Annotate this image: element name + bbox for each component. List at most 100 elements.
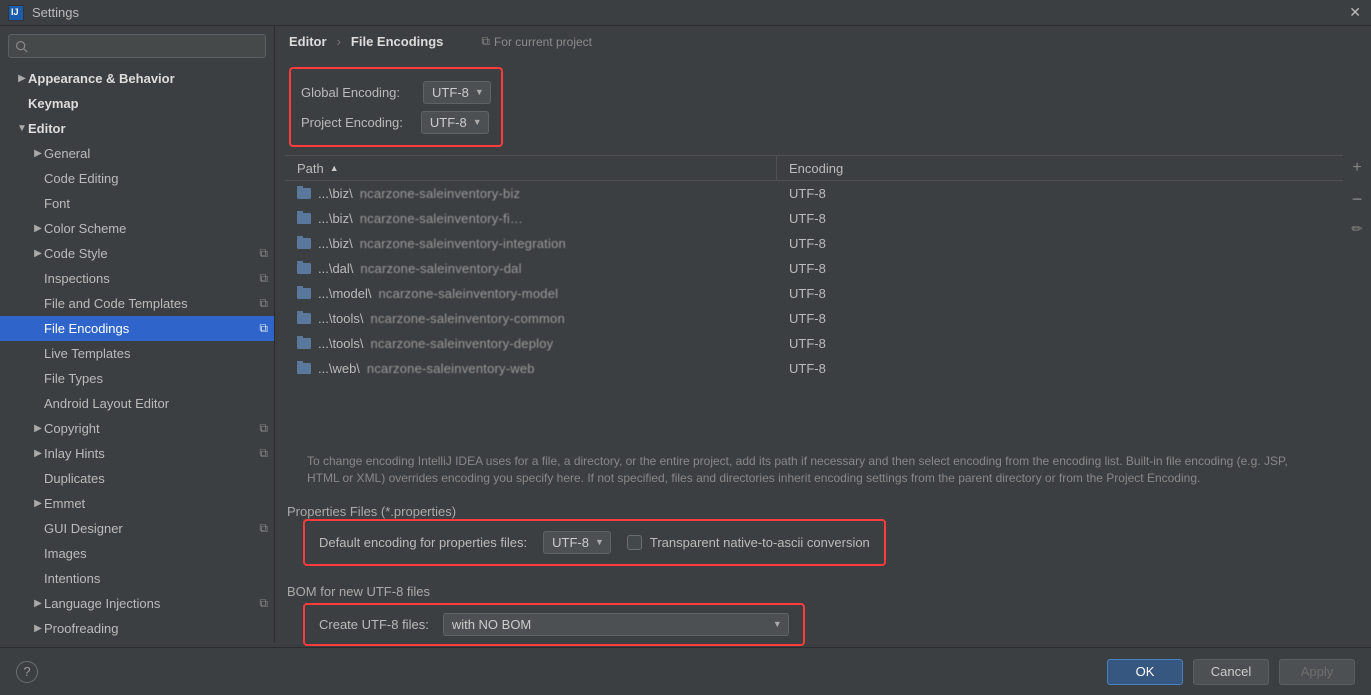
apply-button[interactable]: Apply [1279,659,1355,685]
edit-icon[interactable]: ✎ [1347,219,1366,238]
sidebar-item-label: Language Injections [44,596,259,611]
properties-encoding-label: Default encoding for properties files: [319,535,527,550]
project-encoding-dropdown[interactable]: UTF-8 ▼ [421,111,489,134]
chevron-right-icon: ▶ [32,248,44,259]
sidebar: ▶Appearance & BehaviorKeymap▼Editor▶Gene… [0,26,275,642]
cell-encoding: UTF-8 [777,211,1343,226]
cell-encoding: UTF-8 [777,336,1343,351]
bom-section-label: BOM for new UTF-8 files [287,584,1371,599]
table-row[interactable]: ...\biz\ncarzone-saleinventory-bizUTF-8 [285,181,1343,206]
sidebar-item-label: Duplicates [44,471,268,486]
chevron-right-icon: ▶ [32,448,44,459]
sidebar-item-editor[interactable]: ▼Editor [0,116,274,141]
sidebar-item-label: Inspections [44,271,259,286]
chevron-right-icon: ▶ [16,73,28,84]
table-row[interactable]: ...\model\ncarzone-saleinventory-modelUT… [285,281,1343,306]
breadcrumb-root: Editor [289,34,327,49]
cell-path: ...\model\ncarzone-saleinventory-model [285,286,777,301]
sidebar-item-label: File and Code Templates [44,296,259,311]
help-icon[interactable]: ? [16,661,38,683]
chevron-down-icon: ▼ [595,537,604,547]
cell-path: ...\web\ncarzone-saleinventory-web [285,361,777,376]
project-scope-icon: ⧉ [259,271,268,286]
close-icon[interactable]: ✕ [1349,4,1361,21]
sidebar-item-label: Proofreading [44,621,268,636]
properties-section-label: Properties Files (*.properties) [287,504,1371,519]
sidebar-item-inspections[interactable]: Inspections⧉ [0,266,274,291]
sidebar-item-label: File Types [44,371,268,386]
column-encoding[interactable]: Encoding [777,156,1343,180]
table-row[interactable]: ...\biz\ncarzone-saleinventory-fi…UTF-8 [285,206,1343,231]
sidebar-item-inlay-hints[interactable]: ▶Inlay Hints⧉ [0,441,274,466]
table-row[interactable]: ...\biz\ncarzone-saleinventory-integrati… [285,231,1343,256]
cancel-button[interactable]: Cancel [1193,659,1269,685]
sidebar-item-label: Font [44,196,268,211]
cell-encoding: UTF-8 [777,261,1343,276]
sidebar-item-font[interactable]: Font [0,191,274,216]
chevron-down-icon: ▼ [475,87,484,97]
ok-button[interactable]: OK [1107,659,1183,685]
sidebar-item-label: Emmet [44,496,268,511]
remove-icon[interactable]: − [1352,195,1363,203]
create-utf8-dropdown[interactable]: with NO BOM ▼ [443,613,789,636]
add-icon[interactable]: + [1352,159,1361,177]
table-row[interactable]: ...\tools\ncarzone-saleinventory-commonU… [285,306,1343,331]
sidebar-item-duplicates[interactable]: Duplicates [0,466,274,491]
cell-encoding: UTF-8 [777,361,1343,376]
sidebar-item-general[interactable]: ▶General [0,141,274,166]
sidebar-item-proofreading[interactable]: ▶Proofreading [0,616,274,641]
sidebar-item-images[interactable]: Images [0,541,274,566]
scope-hint: ⧉ For current project [481,34,592,49]
sidebar-item-label: Editor [28,121,268,136]
sidebar-item-label: Keymap [28,96,268,111]
sidebar-item-language-injections[interactable]: ▶Language Injections⧉ [0,591,274,616]
sidebar-item-file-encodings[interactable]: File Encodings⧉ [0,316,274,341]
sidebar-item-label: Code Editing [44,171,268,186]
sidebar-item-color-scheme[interactable]: ▶Color Scheme [0,216,274,241]
sidebar-item-file-and-code-templates[interactable]: File and Code Templates⧉ [0,291,274,316]
project-scope-icon: ⧉ [259,321,268,336]
sidebar-item-copyright[interactable]: ▶Copyright⧉ [0,416,274,441]
titlebar: Settings ✕ [0,0,1371,26]
sidebar-item-code-style[interactable]: ▶Code Style⧉ [0,241,274,266]
properties-encoding-dropdown[interactable]: UTF-8 ▼ [543,531,611,554]
column-path[interactable]: Path ▲ [285,156,777,180]
cell-path: ...\biz\ncarzone-saleinventory-fi… [285,211,777,226]
sidebar-item-live-templates[interactable]: Live Templates [0,341,274,366]
sidebar-item-gui-designer[interactable]: GUI Designer⧉ [0,516,274,541]
sidebar-item-label: Android Layout Editor [44,396,268,411]
encoding-help-text: To change encoding IntelliJ IDEA uses fo… [285,441,1343,498]
encoding-table: Path ▲ Encoding ...\biz\ncarzone-saleinv… [285,155,1371,498]
folder-icon [297,363,311,374]
global-encoding-label: Global Encoding: [301,85,400,100]
copy-icon: ⧉ [481,34,490,49]
folder-icon [297,313,311,324]
folder-icon [297,188,311,199]
table-row[interactable]: ...\web\ncarzone-saleinventory-webUTF-8 [285,356,1343,381]
chevron-down-icon: ▼ [473,117,482,127]
sidebar-item-android-layout-editor[interactable]: Android Layout Editor [0,391,274,416]
search-input[interactable] [8,34,266,58]
folder-icon [297,288,311,299]
sidebar-item-emmet[interactable]: ▶Emmet [0,491,274,516]
sidebar-item-file-types[interactable]: File Types [0,366,274,391]
chevron-right-icon: ▶ [32,598,44,609]
properties-encoding-group: Default encoding for properties files: U… [303,519,886,566]
cell-path: ...\tools\ncarzone-saleinventory-deploy [285,336,777,351]
sidebar-item-label: Appearance & Behavior [28,71,268,86]
cell-encoding: UTF-8 [777,286,1343,301]
sidebar-item-code-editing[interactable]: Code Editing [0,166,274,191]
global-encoding-dropdown[interactable]: UTF-8 ▼ [423,81,491,104]
sidebar-item-keymap[interactable]: Keymap [0,91,274,116]
chevron-right-icon: ▶ [32,623,44,634]
sidebar-item-appearance-behavior[interactable]: ▶Appearance & Behavior [0,66,274,91]
app-icon [8,5,24,21]
sidebar-item-label: GUI Designer [44,521,259,536]
transparent-ascii-checkbox[interactable] [627,535,642,550]
table-row[interactable]: ...\tools\ncarzone-saleinventory-deployU… [285,331,1343,356]
sidebar-item-label: Live Templates [44,346,268,361]
table-header: Path ▲ Encoding [285,155,1343,181]
create-utf8-label: Create UTF-8 files: [319,617,429,632]
sidebar-item-intentions[interactable]: Intentions [0,566,274,591]
table-row[interactable]: ...\dal\ncarzone-saleinventory-dalUTF-8 [285,256,1343,281]
